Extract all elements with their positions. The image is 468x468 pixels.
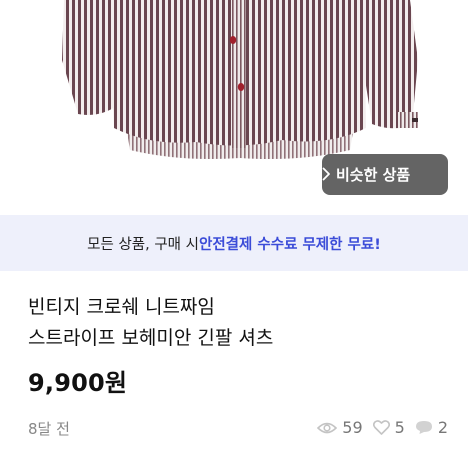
banner-prefix: 모든 상품, 구매 시 (87, 236, 199, 253)
eye-icon (317, 422, 338, 433)
product-price: 9,900원 (28, 369, 128, 397)
views-stat: 59 (317, 418, 363, 437)
chat-bubble-icon (415, 421, 432, 434)
product-meta: 8달 전 59 5 2 (28, 418, 448, 440)
product-stats: 59 5 2 (307, 418, 448, 437)
product-title-line-1: 빈티지 크로쉐 니트짜임 (28, 296, 215, 318)
product-title: 빈티지 크로쉐 니트짜임 스트라이프 보헤미안 긴팔 셔츠 (28, 292, 448, 354)
banner-highlight: 안전결제 수수료 무제한 무료! (198, 236, 381, 253)
chats-stat: 2 (415, 418, 448, 437)
heart-icon (372, 420, 390, 435)
similar-products-label: 비슷한 상품 (336, 166, 411, 184)
safe-payment-banner[interactable]: 모든 상품, 구매 시 안전결제 수수료 무제한 무료! (0, 215, 468, 271)
likes-count: 5 (394, 418, 405, 437)
chevron-right-icon (322, 167, 330, 181)
likes-stat: 5 (372, 418, 405, 437)
product-title-line-2: 스트라이프 보헤미안 긴팔 셔츠 (28, 327, 274, 349)
product-photo[interactable]: 비슷한 상품 (0, 0, 468, 215)
similar-products-button[interactable]: 비슷한 상품 (322, 154, 448, 195)
posted-time: 8달 전 (28, 420, 70, 438)
views-count: 59 (342, 418, 363, 437)
chats-count: 2 (437, 418, 448, 437)
